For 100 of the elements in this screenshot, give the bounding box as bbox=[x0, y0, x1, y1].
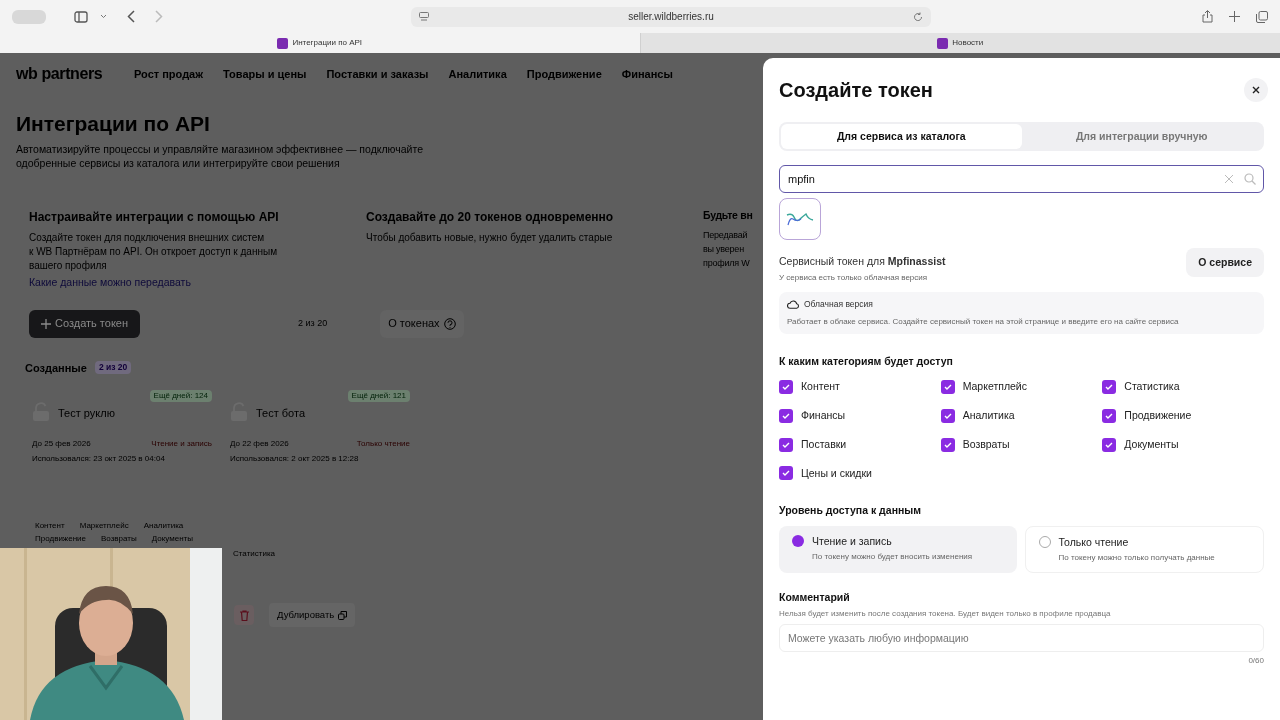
info-link[interactable]: Какие данные можно передавать bbox=[29, 274, 336, 291]
checkbox[interactable] bbox=[940, 380, 955, 395]
count-badge: 2 из 20 bbox=[94, 361, 132, 375]
checkbox[interactable] bbox=[1102, 380, 1117, 395]
section-heading: Уровень доступа к данным bbox=[779, 503, 923, 519]
checkbox-label: Аналитика bbox=[962, 408, 1015, 423]
access-level: Чтение и запись bbox=[151, 438, 212, 450]
card-text: Передавай вы уверен профиля W bbox=[703, 229, 750, 271]
duplicate-button[interactable]: Дублировать bbox=[269, 603, 356, 627]
checkbox[interactable] bbox=[1102, 437, 1117, 452]
check-icon bbox=[782, 384, 790, 391]
check-icon bbox=[1105, 441, 1114, 448]
chevron-down-icon[interactable] bbox=[100, 14, 107, 19]
check-icon bbox=[1105, 384, 1114, 391]
field-hint: Нельзя будет изменить после создания токена. Будет виден только в профиле продавца bbox=[779, 607, 1112, 620]
option-hint: По токену можно будет вносить изменения bbox=[812, 551, 973, 563]
section-heading: Комментарий bbox=[779, 590, 851, 605]
checkbox-label: Статистика bbox=[1124, 379, 1180, 395]
tabs-icon[interactable] bbox=[1256, 10, 1268, 23]
favicon-icon bbox=[277, 37, 289, 49]
category-tag: Статистика bbox=[230, 549, 278, 559]
card-title: Будьте вн bbox=[703, 207, 750, 223]
share-icon[interactable] bbox=[1202, 10, 1213, 23]
info-text: Работает в облаке сервиса. Создайте сервисный токен на этой странице и введите его на сайте сервиса bbox=[787, 315, 1180, 328]
page-subtitle: Автоматизируйте процессы и управляйте магазином эффективнее — подключайте одобренные сервисы из каталога или интегрируйте свои решения bbox=[16, 141, 424, 170]
service-subtitle: У сервиса есть только облачная версия bbox=[779, 271, 929, 284]
create-token-button[interactable]: Создать токен bbox=[29, 309, 141, 338]
expiry-date: До 22 фев 2026 bbox=[230, 438, 289, 450]
category-tag: Аналитика bbox=[140, 521, 187, 531]
card-title: Создавайте до 20 токенов одновременно bbox=[366, 208, 615, 226]
token-counter: 2 из 20 bbox=[297, 316, 329, 330]
sidebar-icon[interactable] bbox=[74, 10, 88, 23]
checkbox[interactable] bbox=[779, 380, 793, 395]
last-used-text: Использовался: 23 окт 2025 в 04:04 bbox=[32, 453, 166, 465]
checkbox[interactable] bbox=[940, 437, 955, 452]
tab[interactable]: Для интеграции вручную bbox=[1021, 124, 1262, 149]
info-title: Облачная версия bbox=[804, 297, 873, 311]
nav-link[interactable]: Товары и цены bbox=[223, 65, 307, 83]
category-tag: Контент bbox=[32, 521, 68, 531]
wave-icon bbox=[786, 211, 814, 227]
address-bar[interactable]: seller.wildberries.ru bbox=[411, 6, 931, 27]
service-logo-button[interactable] bbox=[779, 198, 821, 240]
checkbox-label: Контент bbox=[801, 379, 840, 395]
radio-option[interactable]: Чтение и запись По токену можно будет вносить изменения bbox=[779, 526, 1017, 573]
category-tag: Маркетплейс bbox=[76, 521, 132, 531]
checkbox-label: Поставки bbox=[801, 436, 847, 452]
check-icon bbox=[782, 441, 790, 448]
nav-link[interactable]: Финансы bbox=[621, 65, 673, 83]
nav-link[interactable]: Рост продаж bbox=[134, 65, 204, 83]
close-button[interactable] bbox=[1244, 78, 1268, 102]
checkbox-label: Возвраты bbox=[962, 436, 1010, 452]
days-left-badge: Ещё дней: 124 bbox=[149, 390, 212, 402]
check-icon bbox=[943, 441, 952, 448]
days-left-badge: Ещё дней: 121 bbox=[347, 390, 410, 402]
option-label: Чтение и запись bbox=[812, 535, 893, 547]
checkbox-label: Маркетплейс bbox=[962, 379, 1027, 395]
radio-button[interactable] bbox=[792, 535, 804, 547]
checkbox[interactable] bbox=[779, 437, 793, 452]
about-service-button[interactable]: О сервисе bbox=[1186, 248, 1264, 277]
checkbox-label: Финансы bbox=[801, 408, 846, 423]
trash-icon bbox=[239, 609, 249, 621]
back-icon[interactable] bbox=[127, 10, 135, 23]
sidebar-toggle-icon[interactable] bbox=[12, 9, 46, 24]
section-heading: К каким категориям будет доступ bbox=[779, 353, 954, 369]
access-level: Только чтение bbox=[356, 438, 410, 450]
nav-link[interactable]: Поставки и заказы bbox=[326, 65, 429, 83]
checkbox-label: Цены и скидки bbox=[801, 465, 872, 481]
checkbox[interactable] bbox=[779, 466, 793, 481]
token-name: Тест бота bbox=[256, 406, 306, 421]
plus-icon[interactable] bbox=[1229, 11, 1240, 22]
check-icon bbox=[782, 412, 790, 419]
option-hint: По токену можно только получать данные bbox=[1058, 552, 1215, 564]
about-tokens-button[interactable]: О токенах bbox=[380, 309, 464, 338]
nav-link[interactable]: Продвижение bbox=[526, 65, 602, 83]
checkbox[interactable] bbox=[1102, 408, 1117, 423]
tab[interactable]: Созданные 2 из 20 bbox=[21, 359, 136, 376]
last-used-text: Использовался: 2 окт 2025 в 12:28 bbox=[230, 453, 360, 465]
category-tag: Продвижение bbox=[32, 534, 89, 544]
checkbox-label: Продвижение bbox=[1124, 408, 1192, 423]
card-text: Создайте токен для подключения внешних систем к WB Партнёрам по API. Он откроет доступ к данным вашего профиля bbox=[29, 230, 279, 273]
token-name: Тест руклю bbox=[58, 406, 115, 421]
url-text: seller.wildberries.ru bbox=[628, 10, 714, 24]
favicon-icon bbox=[937, 37, 949, 49]
radio-option[interactable]: Только чтение По токену можно только получать данные bbox=[1024, 526, 1264, 573]
nav-link[interactable]: Аналитика bbox=[448, 65, 507, 83]
check-icon bbox=[782, 470, 790, 477]
modal-title: Создайте токен bbox=[779, 78, 933, 103]
checkbox[interactable] bbox=[779, 408, 793, 423]
browser-tab[interactable]: Новости bbox=[639, 33, 1280, 53]
reload-icon[interactable] bbox=[913, 11, 923, 22]
card-text: Чтобы добавить новые, нужно будет удалить старые bbox=[366, 230, 614, 245]
category-tag: Возвраты bbox=[98, 534, 140, 544]
checkbox[interactable] bbox=[940, 408, 955, 423]
help-icon bbox=[443, 317, 456, 330]
page-title: Интеграции по API bbox=[16, 111, 211, 137]
logo[interactable]: wb partners bbox=[16, 62, 134, 86]
tab[interactable]: Для сервиса из каталога bbox=[781, 124, 1022, 149]
comment-field[interactable]: Можете указать любую информацию bbox=[779, 623, 1264, 652]
category-tag: Документы bbox=[148, 534, 196, 544]
character-counter: 0/60 bbox=[1247, 654, 1264, 667]
